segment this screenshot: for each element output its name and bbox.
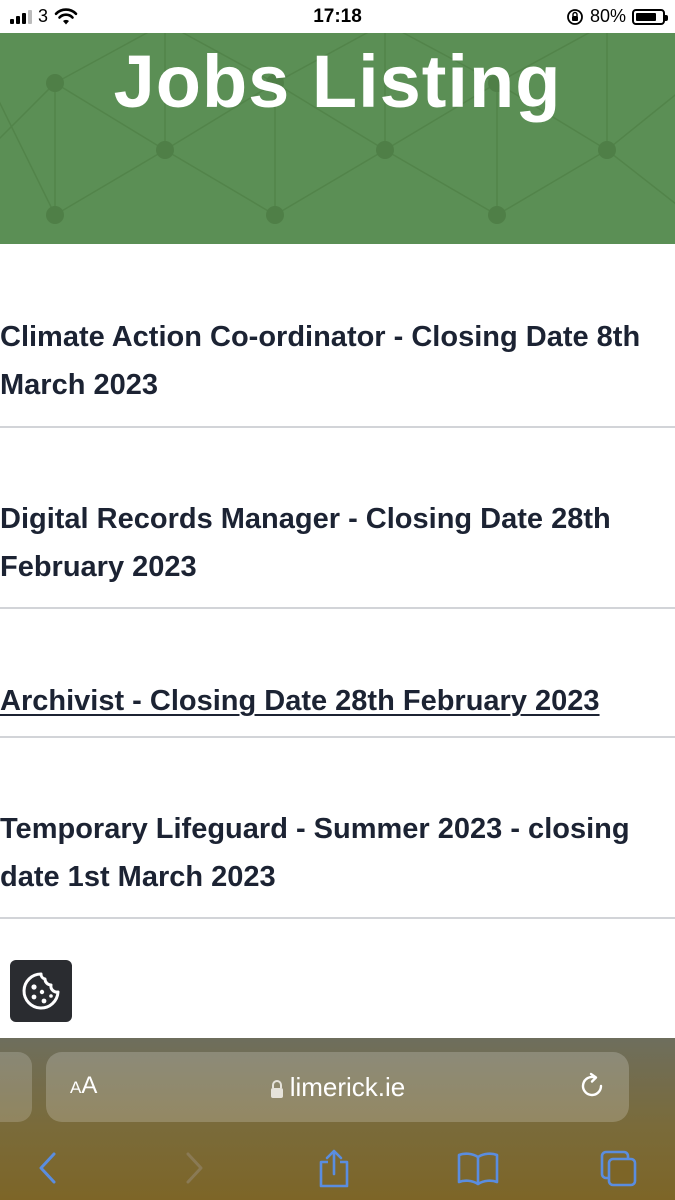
reload-icon[interactable] [577, 1071, 607, 1101]
status-bar-right: 80% [566, 6, 668, 27]
job-link[interactable]: Temporary Lifeguard - Summer 2023 - clos… [0, 805, 675, 901]
lock-icon [270, 1080, 283, 1099]
battery-percent: 80% [589, 6, 626, 26]
job-link[interactable]: Archivist - Closing Date 28th February 2… [0, 677, 675, 725]
job-list-item: Climate Action Co-ordinator - Closing Da… [0, 244, 675, 428]
back-icon[interactable] [34, 1148, 62, 1188]
url-text: limerick.ie [289, 1072, 406, 1102]
cookie-icon [22, 972, 60, 1010]
browser-toolbar [0, 1144, 675, 1194]
page-title: Jobs Listing [113, 40, 562, 123]
url-display[interactable]: limerick.ie [46, 1072, 629, 1103]
orientation-lock-icon [567, 8, 583, 25]
address-bar[interactable]: AA limerick.ie [46, 1052, 629, 1122]
cookie-settings-button[interactable] [10, 960, 72, 1022]
share-icon[interactable] [315, 1148, 353, 1190]
browser-chrome: AA limerick.ie [0, 1038, 675, 1200]
battery-icon [632, 8, 668, 25]
forward-icon[interactable] [180, 1148, 208, 1188]
status-bar: 3 17:18 80% [0, 0, 675, 33]
job-link[interactable]: Digital Records Manager - Closing Date 2… [0, 495, 675, 591]
page-banner: Jobs Listing [0, 33, 675, 244]
job-list: Climate Action Co-ordinator - Closing Da… [0, 244, 675, 919]
previous-tab-peek[interactable] [0, 1052, 32, 1122]
job-list-item: Temporary Lifeguard - Summer 2023 - clos… [0, 738, 675, 919]
battery-fill [636, 12, 656, 21]
job-list-item: Digital Records Manager - Closing Date 2… [0, 428, 675, 609]
job-link[interactable]: Climate Action Co-ordinator - Closing Da… [0, 313, 675, 409]
bookmarks-icon[interactable] [456, 1148, 500, 1188]
job-list-item: Archivist - Closing Date 28th February 2… [0, 609, 675, 738]
tabs-icon[interactable] [598, 1148, 640, 1190]
